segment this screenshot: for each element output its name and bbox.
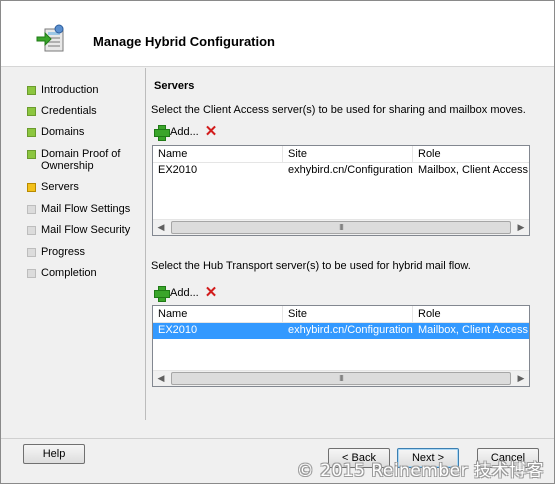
step-label: Servers	[41, 181, 79, 193]
cell-name: EX2010	[158, 164, 198, 176]
scrollbar-track[interactable]: III	[169, 371, 513, 387]
main-panel: Servers Select the Client Access server(…	[146, 68, 554, 438]
scroll-right-icon[interactable]: ▶	[513, 371, 529, 387]
step-label: Credentials	[41, 105, 97, 117]
horizontal-scrollbar[interactable]: ◀ III ▶	[153, 370, 529, 386]
watermark: © 2015 Reinember 技术博客	[296, 461, 544, 481]
client-access-add-button[interactable]: Add...	[154, 125, 199, 141]
wizard-window: Manage Hybrid Configuration Introduction…	[0, 0, 555, 484]
scroll-left-icon[interactable]: ◀	[153, 371, 169, 387]
step-label: Introduction	[41, 84, 99, 96]
step-introduction: Introduction	[27, 84, 133, 96]
step-credentials: Credentials	[27, 105, 133, 117]
hub-transport-instruction: Select the Hub Transport server(s) to be…	[151, 260, 471, 272]
wizard-steps-nav: Introduction Credentials Domains Domain …	[1, 68, 145, 438]
grid-header: Name Site Role	[153, 306, 529, 323]
wizard-header: Manage Hybrid Configuration	[1, 1, 554, 67]
step-mail-flow-security: Mail Flow Security	[27, 224, 133, 236]
add-label: Add...	[170, 126, 199, 138]
column-header-name[interactable]: Name	[153, 146, 283, 162]
hybrid-config-icon	[36, 24, 64, 52]
step-complete-icon	[27, 150, 36, 159]
step-pending-icon	[27, 269, 36, 278]
step-progress: Progress	[27, 246, 133, 258]
hub-transport-grid: Name Site Role EX2010 exhybird.cn/Config…	[152, 305, 530, 387]
column-header-site[interactable]: Site	[283, 306, 413, 322]
step-pending-icon	[27, 205, 36, 214]
hub-transport-add-button[interactable]: Add...	[154, 286, 199, 302]
hub-transport-remove-button[interactable]: ✕	[205, 285, 218, 300]
add-label: Add...	[170, 287, 199, 299]
footer-divider	[1, 438, 554, 439]
cell-site: exhybird.cn/Configuration/...	[288, 164, 413, 176]
help-button[interactable]: Help	[23, 444, 85, 464]
column-header-role[interactable]: Role	[413, 306, 529, 322]
column-header-name[interactable]: Name	[153, 306, 283, 322]
step-label: Domain Proof of Ownership	[41, 148, 121, 172]
step-complete-icon	[27, 86, 36, 95]
hub-transport-toolbar: Add... ✕	[154, 285, 218, 302]
step-servers: Servers	[27, 181, 133, 193]
scroll-right-icon[interactable]: ▶	[513, 220, 529, 236]
client-access-grid: Name Site Role EX2010 exhybird.cn/Config…	[152, 145, 530, 236]
step-label: Completion	[41, 267, 97, 279]
step-complete-icon	[27, 107, 36, 116]
client-access-instruction: Select the Client Access server(s) to be…	[151, 104, 526, 116]
table-row[interactable]: EX2010 exhybird.cn/Configuration/... Mai…	[153, 163, 529, 179]
column-header-site[interactable]: Site	[283, 146, 413, 162]
section-title: Servers	[154, 80, 195, 92]
scroll-left-icon[interactable]: ◀	[153, 220, 169, 236]
step-pending-icon	[27, 226, 36, 235]
step-label: Mail Flow Security	[41, 224, 131, 236]
step-current-icon	[27, 183, 36, 192]
page-title: Manage Hybrid Configuration	[93, 34, 275, 49]
green-plus-icon	[154, 125, 170, 141]
step-completion: Completion	[27, 267, 133, 279]
step-complete-icon	[27, 128, 36, 137]
step-domain-proof-of-ownership: Domain Proof of Ownership	[27, 148, 121, 172]
client-access-remove-button[interactable]: ✕	[205, 124, 218, 139]
scrollbar-thumb[interactable]: III	[171, 371, 511, 385]
column-header-role[interactable]: Role	[413, 146, 529, 162]
client-access-toolbar: Add... ✕	[154, 124, 218, 141]
step-pending-icon	[27, 248, 36, 257]
grid-header: Name Site Role	[153, 146, 529, 163]
scrollbar-thumb[interactable]: III	[171, 220, 511, 234]
step-label: Progress	[41, 246, 86, 258]
scrollbar-track[interactable]: III	[169, 220, 513, 236]
step-mail-flow-settings: Mail Flow Settings	[27, 203, 133, 215]
table-row[interactable]: EX2010 exhybird.cn/Configuration/... Mai…	[153, 323, 529, 339]
horizontal-scrollbar[interactable]: ◀ III ▶	[153, 219, 529, 235]
cell-name: EX2010	[158, 324, 198, 336]
step-domains: Domains	[27, 126, 133, 138]
step-label: Mail Flow Settings	[41, 203, 131, 215]
cell-role: Mailbox, Client Access, Hu	[418, 324, 529, 336]
cell-site: exhybird.cn/Configuration/...	[288, 324, 413, 336]
green-plus-icon	[154, 286, 170, 302]
step-label: Domains	[41, 126, 85, 138]
cell-role: Mailbox, Client Access, Hu	[418, 164, 529, 176]
